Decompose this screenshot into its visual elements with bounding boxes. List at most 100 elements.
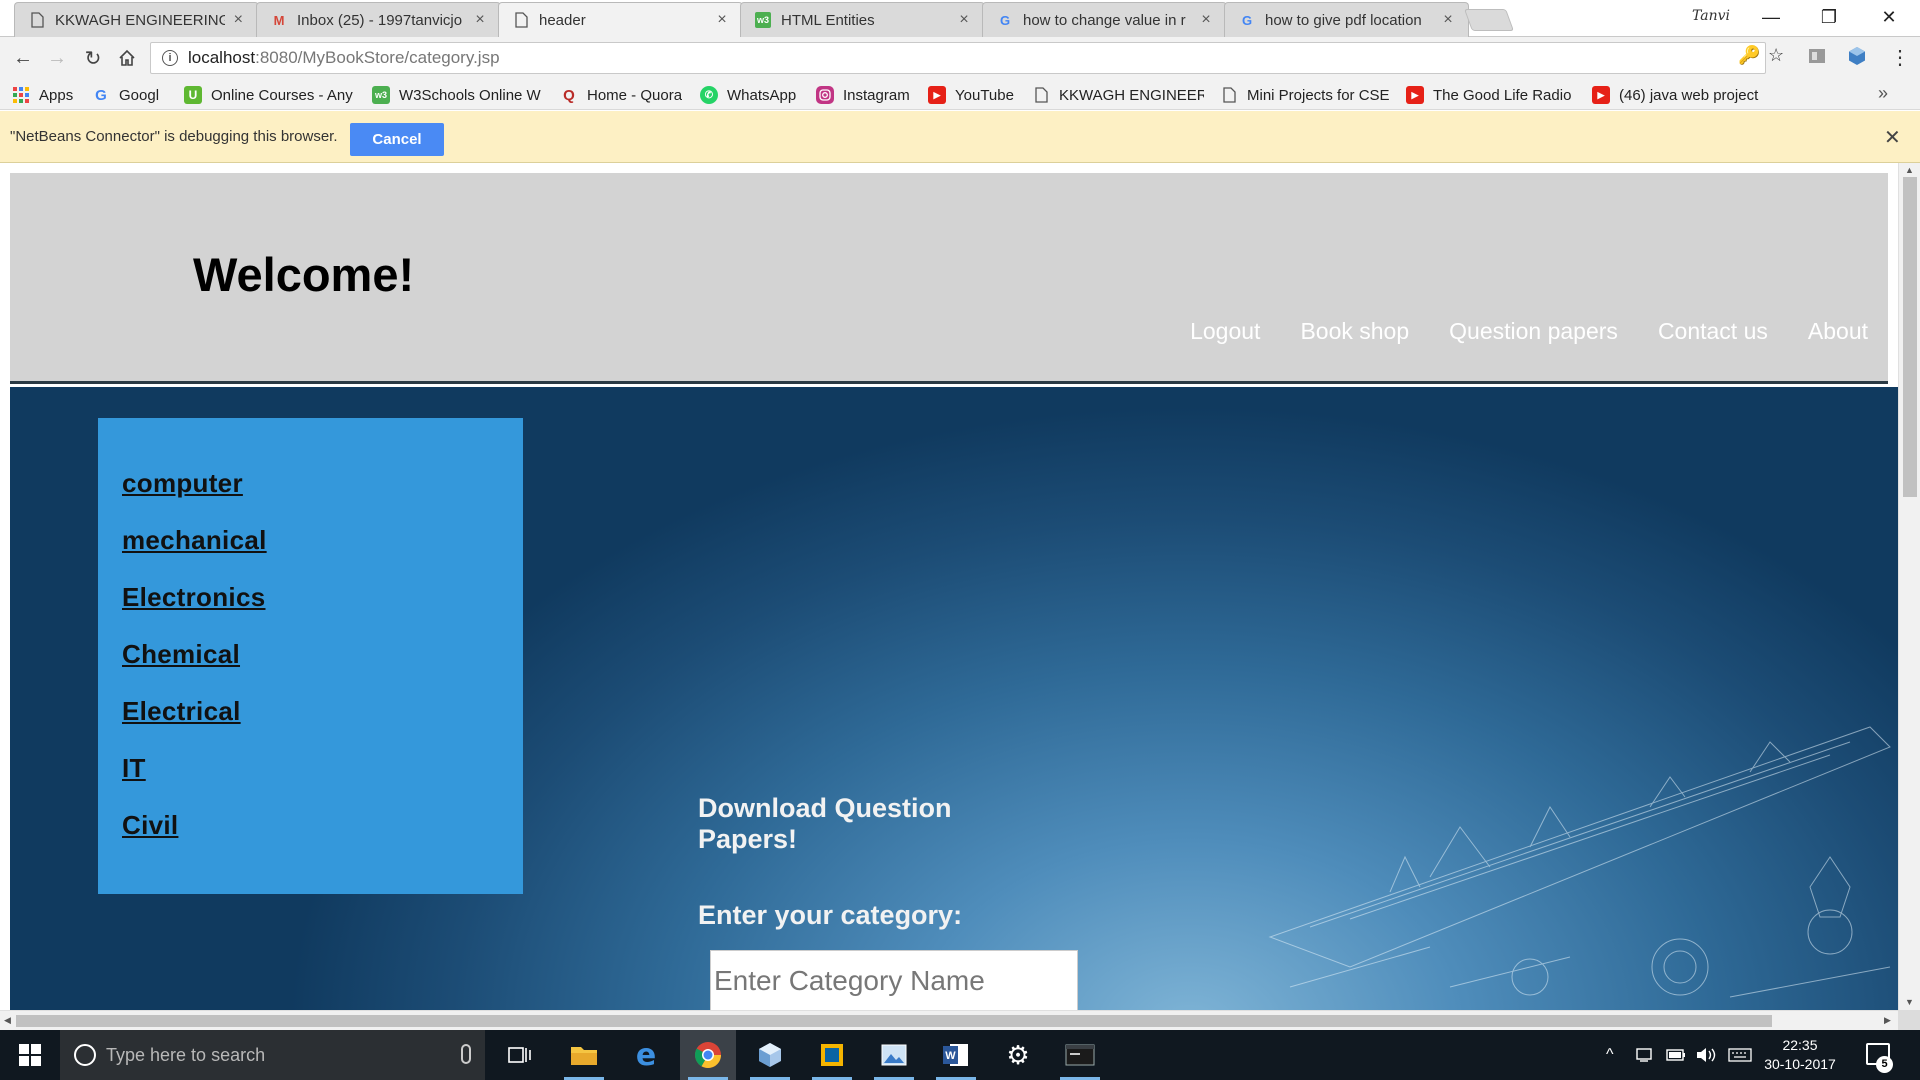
restore-icon[interactable]: ❐ [1804,0,1854,34]
horizontal-scroll-thumb[interactable] [16,1015,1772,1027]
gmail-icon: M [273,12,285,28]
page-icon [1032,86,1050,104]
tab-google-search-2[interactable]: G how to give pdf location × [1224,2,1469,37]
category-link-it[interactable]: IT [122,753,523,810]
bookmark-google[interactable]: G Googl [92,84,164,106]
edge-browser-icon[interactable]: e [618,1030,674,1080]
category-link-civil[interactable]: Civil [122,810,523,867]
address-bar[interactable]: i localhost:8080/MyBookStore/category.js… [150,42,1766,74]
bookmark-mini-projects[interactable]: Mini Projects for CSE [1220,84,1392,106]
netbeans-icon[interactable] [742,1030,798,1080]
category-link-chemical[interactable]: Chemical [122,639,523,696]
bookmark-apps[interactable]: Apps [12,84,73,106]
close-tab-icon[interactable]: × [714,11,730,29]
mysql-console-icon[interactable] [1052,1030,1108,1080]
horizontal-scrollbar[interactable]: ◀ ▶ [0,1010,1898,1030]
tab-kkwagh[interactable]: KKWAGH ENGINEERING × [14,2,259,37]
show-hidden-icons[interactable]: ^ [1606,1030,1614,1080]
gear-glyph: ⚙ [1006,1039,1030,1070]
more-bookmarks-icon[interactable]: » [1878,83,1888,104]
bookmark-label: Apps [39,86,74,104]
category-link-computer[interactable]: computer [122,468,523,525]
vertical-scrollbar[interactable]: ▲ ▼ [1898,163,1920,1010]
network-icon[interactable] [1636,1030,1656,1080]
new-tab-button[interactable] [1463,9,1515,31]
vertical-scroll-thumb[interactable] [1903,177,1917,497]
page-icon [29,12,45,28]
chrome-menu-icon[interactable]: ⋮ [1890,45,1910,70]
category-input[interactable] [710,950,1078,1010]
keyboard-icon[interactable] [1728,1030,1752,1080]
windows-start-icon[interactable] [0,1030,60,1080]
nav-logout[interactable]: Logout [1190,318,1260,345]
task-view-icon[interactable] [492,1030,548,1080]
bookmark-label: (46) java web project [1619,86,1759,104]
chrome-taskbar-icon[interactable] [680,1030,736,1080]
category-link-electrical[interactable]: Electrical [122,696,523,753]
bookmark-instagram[interactable]: Instagram [816,84,910,106]
bookmark-java-web-project[interactable]: ▶ (46) java web project [1592,84,1764,106]
nav-book-shop[interactable]: Book shop [1300,318,1409,345]
category-sidebar: computer mechanical Electronics Chemical… [98,418,523,894]
nav-contact-us[interactable]: Contact us [1658,318,1768,345]
microphone-icon[interactable] [461,1044,471,1064]
tab-header[interactable]: header × [498,2,743,37]
udemy-icon: U [184,86,202,104]
tab-html-entities[interactable]: w3 HTML Entities × [740,2,985,37]
nav-question-papers[interactable]: Question papers [1449,318,1618,345]
bookmark-good-life-radio[interactable]: ▶ The Good Life Radio [1406,84,1578,106]
top-navigation: Logout Book shop Question papers Contact… [1190,318,1868,345]
cancel-debugging-button[interactable]: Cancel [350,123,444,156]
nav-about[interactable]: About [1808,318,1868,345]
tab-google-search-1[interactable]: G how to change value in r × [982,2,1227,37]
page-icon [513,12,529,28]
reload-icon[interactable]: ↻ [80,45,106,71]
close-tab-icon[interactable]: × [1198,11,1214,29]
settings-gear-icon[interactable]: ⚙ [990,1030,1046,1080]
forward-icon[interactable]: → [44,45,70,71]
scroll-up-icon[interactable]: ▲ [1905,165,1914,175]
scroll-right-icon[interactable]: ▶ [1884,1015,1891,1026]
scroll-left-icon[interactable]: ◀ [4,1015,11,1026]
bookmark-whatsapp[interactable]: ✆ WhatsApp [700,84,796,106]
close-tab-icon[interactable]: × [1440,11,1456,29]
taskbar-search-box[interactable]: Type here to search [60,1030,485,1080]
battery-icon[interactable] [1666,1030,1686,1080]
tab-inbox[interactable]: M Inbox (25) - 1997tanvicjo × [256,2,501,37]
photos-app-icon[interactable] [866,1030,922,1080]
close-tab-icon[interactable]: × [956,11,972,29]
info-icon[interactable]: i [162,50,178,66]
word-icon[interactable]: W [928,1030,984,1080]
key-icon[interactable]: 🔑 [1738,45,1760,66]
bookmark-udemy[interactable]: U Online Courses - Any [184,84,356,106]
close-window-icon[interactable]: ✕ [1864,0,1914,34]
bookmark-youtube[interactable]: ▶ YouTube [928,84,1014,106]
scroll-down-icon[interactable]: ▼ [1905,997,1914,1007]
close-tab-icon[interactable]: × [472,11,488,29]
bookmark-label: Instagram [843,86,910,104]
outlook-app-icon[interactable] [804,1030,860,1080]
taskbar-clock[interactable]: 22:35 30-10-2017 [1760,1036,1840,1074]
back-icon[interactable]: ← [10,45,36,71]
file-explorer-icon[interactable] [556,1030,612,1080]
volume-icon[interactable] [1696,1030,1718,1080]
category-label: Enter your category: [698,900,963,930]
bookmarks-bar: Apps G Googl U Online Courses - Any w3 W… [0,79,1920,110]
bookmark-quora[interactable]: Q Home - Quora [560,84,682,106]
category-link-electronics[interactable]: Electronics [122,582,523,639]
instagram-icon [816,86,834,104]
close-infobar-icon[interactable]: ✕ [1884,125,1901,150]
home-icon[interactable] [114,45,140,71]
close-tab-icon[interactable]: × [231,11,246,29]
bookmark-star-icon[interactable]: ☆ [1768,45,1784,66]
page-title: Welcome! [193,248,415,301]
extension-icon[interactable] [1806,45,1828,67]
profile-name[interactable]: Tanvi [1692,8,1730,24]
category-link-mechanical[interactable]: mechanical [122,525,523,582]
netbeans-extension-icon[interactable] [1846,45,1868,67]
whatsapp-icon: ✆ [700,86,718,104]
bookmark-label: Mini Projects for CSE [1247,86,1390,104]
bookmark-w3schools[interactable]: w3 W3Schools Online W [372,84,544,106]
minimize-icon[interactable]: — [1746,0,1796,34]
bookmark-kkwagh[interactable]: KKWAGH ENGINEERI [1032,84,1204,106]
